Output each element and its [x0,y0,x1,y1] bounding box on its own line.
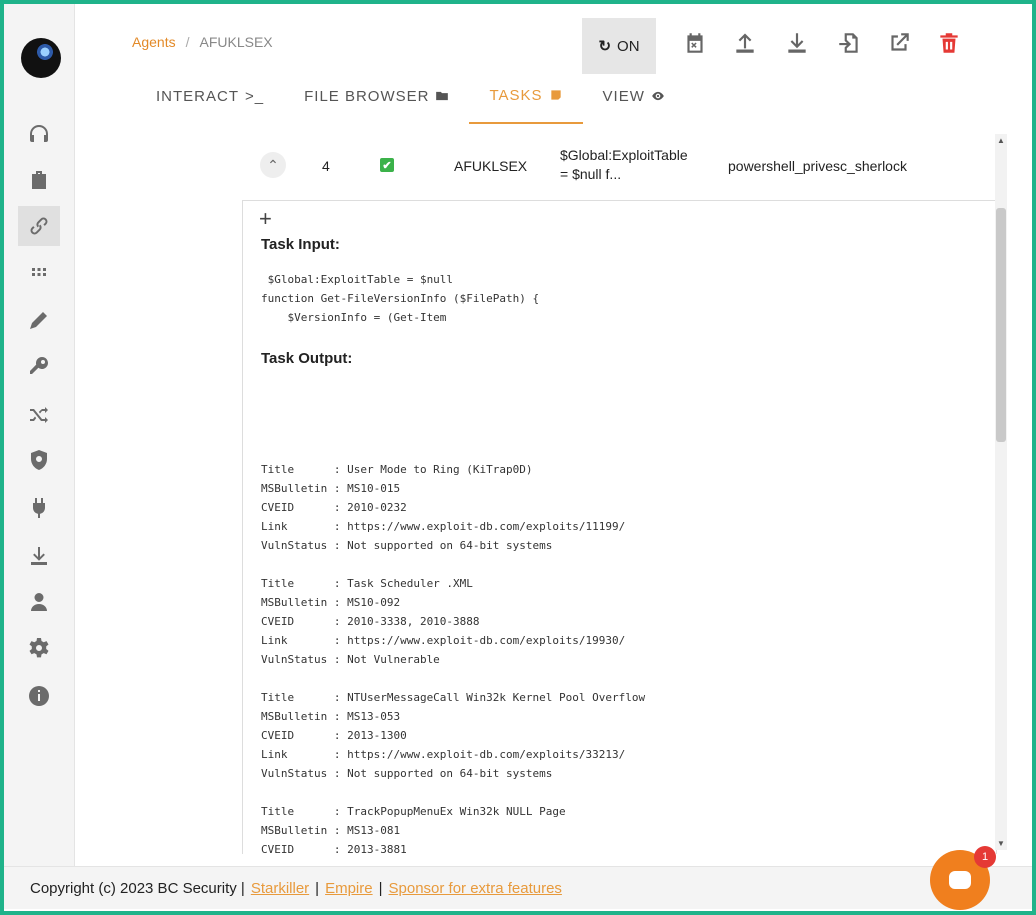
footer-separator: | [315,879,320,897]
headset-icon[interactable] [18,114,60,154]
sidebar [4,4,75,909]
tab-file-browser[interactable]: FILE BROWSER [284,68,469,124]
eye-icon [652,91,664,101]
plug-icon[interactable] [18,488,60,528]
key-icon[interactable] [18,346,60,386]
agents-link-icon[interactable] [18,206,60,246]
success-check-icon: ✔ [380,158,394,172]
shuffle-icon[interactable] [18,394,60,434]
footer-link-sponsor[interactable]: Sponsor for extra features [389,880,562,897]
footer-link-starkiller[interactable]: Starkiller [251,880,309,897]
footer-link-empire[interactable]: Empire [325,880,373,897]
info-icon[interactable] [18,676,60,716]
external-link-icon[interactable] [886,30,914,60]
scrollbar[interactable]: ▲ ▼ [995,134,1007,850]
tab-bar: INTERACT >_ FILE BROWSER TASKS VIEW [136,68,685,124]
chevron-up-icon: ⌃ [267,156,279,173]
footer: Copyright (c) 2023 BC Security | Starkil… [4,866,1032,909]
breadcrumb: Agents / AFUKLSEX [132,34,273,50]
download-toolbar-icon[interactable] [784,30,812,60]
task-command: $Global:ExploitTable = $null f... [560,147,688,182]
header: Agents / AFUKLSEX ↻ ON INTERACT >_ FILE BR… [74,4,1032,126]
upload-icon[interactable] [732,30,760,60]
gear-icon[interactable] [18,628,60,668]
footer-separator-2: | [378,879,383,897]
refresh-icon: ↻ [598,38,612,55]
tab-tasks-label: TASKS [489,86,543,104]
notification-badge: 1 [974,846,996,868]
file-import-icon[interactable] [836,30,864,60]
footer-copyright: Copyright (c) 2023 BC Security | [30,879,245,897]
task-output-text: Title : User Mode to Ring (KiTrap0D) MSB… [261,463,646,854]
tab-tasks[interactable]: TASKS [469,68,583,124]
task-id: 4 [322,158,330,174]
table-row[interactable]: ⌃ 4 ✔ AFUKLSEX $Global:ExploitTable = $n… [242,130,997,201]
task-output-title: Task Output: [261,350,353,367]
collapse-row-button[interactable]: ⌃ [260,152,286,178]
plus-icon[interactable]: + [259,206,272,232]
app-logo[interactable] [21,38,61,78]
tab-view[interactable]: VIEW [583,68,685,124]
on-label: ON [617,37,640,55]
scroll-thumb[interactable] [996,208,1006,442]
tab-view-label: VIEW [602,87,645,105]
task-icon [550,90,561,100]
task-agent: AFUKLSEX [454,158,528,174]
breadcrumb-current: AFUKLSEX [199,34,273,50]
task-input-code: $Global:ExploitTable = $null function Ge… [261,273,540,324]
toggle-on-button[interactable]: ↻ ON [582,18,656,74]
grid-icon[interactable] [18,252,60,292]
task-detail-panel: + Task Input: $Global:ExploitTable = $nu… [242,200,997,854]
briefcase-icon[interactable] [18,160,60,200]
download-icon[interactable] [18,536,60,576]
folder-icon [436,91,449,101]
calendar-clear-icon[interactable] [682,30,710,60]
task-input-title: Task Input: [261,236,340,253]
scroll-down-icon[interactable]: ▼ [997,839,1005,848]
terminal-icon: >_ [245,87,265,105]
scroll-up-icon[interactable]: ▲ [997,136,1005,145]
breadcrumb-agents-link[interactable]: Agents [132,34,176,50]
tab-interact[interactable]: INTERACT >_ [136,68,284,124]
tab-interact-label: INTERACT [156,87,239,105]
delete-icon[interactable] [936,30,964,60]
shield-icon[interactable] [18,440,60,480]
pencil-icon[interactable] [18,300,60,340]
user-icon[interactable] [18,582,60,622]
breadcrumb-separator: / [185,34,190,50]
chat-bubble-icon [949,871,971,889]
task-module: powershell_privesc_sherlock [728,158,907,174]
tab-file-browser-label: FILE BROWSER [304,87,430,105]
